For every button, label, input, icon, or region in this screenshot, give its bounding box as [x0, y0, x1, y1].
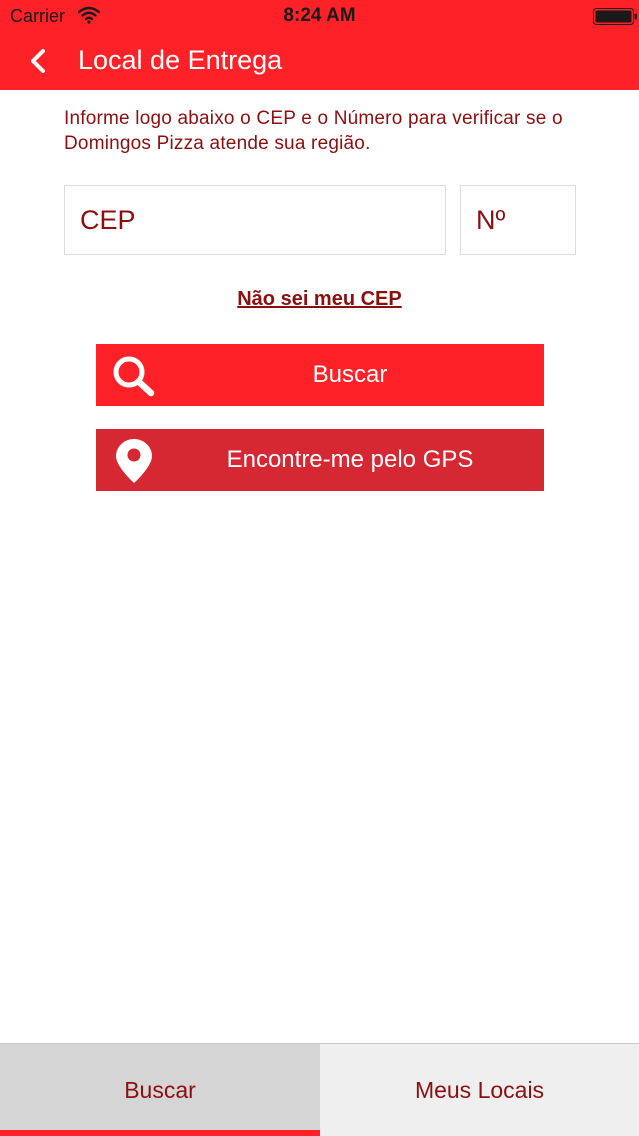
tab-bar: Buscar Meus Locais: [0, 1043, 639, 1136]
status-bar: Carrier 8:24 AM: [0, 0, 639, 32]
gps-button-label: Encontre-me pelo GPS: [226, 446, 474, 473]
search-button[interactable]: Buscar: [96, 344, 544, 406]
tab-buscar-label: Buscar: [124, 1077, 196, 1103]
battery-icon: [593, 8, 637, 25]
navigation-bar: Local de Entrega: [0, 32, 639, 90]
intro-text: Informe logo abaixo o CEP e o Número par…: [64, 108, 563, 154]
tab-buscar[interactable]: Buscar: [0, 1044, 320, 1136]
number-input[interactable]: Nº: [460, 185, 576, 255]
unknown-cep-link[interactable]: Não sei meu CEP: [0, 288, 639, 311]
status-time: 8:24 AM: [283, 5, 356, 26]
page-title: Local de Entrega: [78, 45, 283, 75]
tab-meus-locais[interactable]: Meus Locais: [320, 1044, 639, 1136]
cep-input[interactable]: CEP: [64, 185, 446, 255]
gps-button[interactable]: Encontre-me pelo GPS: [96, 429, 544, 491]
tab-selected-indicator: [0, 1130, 320, 1136]
search-button-label: Buscar: [312, 361, 388, 388]
tab-meus-locais-label: Meus Locais: [414, 1077, 545, 1103]
chevron-left-icon[interactable]: [26, 46, 52, 76]
